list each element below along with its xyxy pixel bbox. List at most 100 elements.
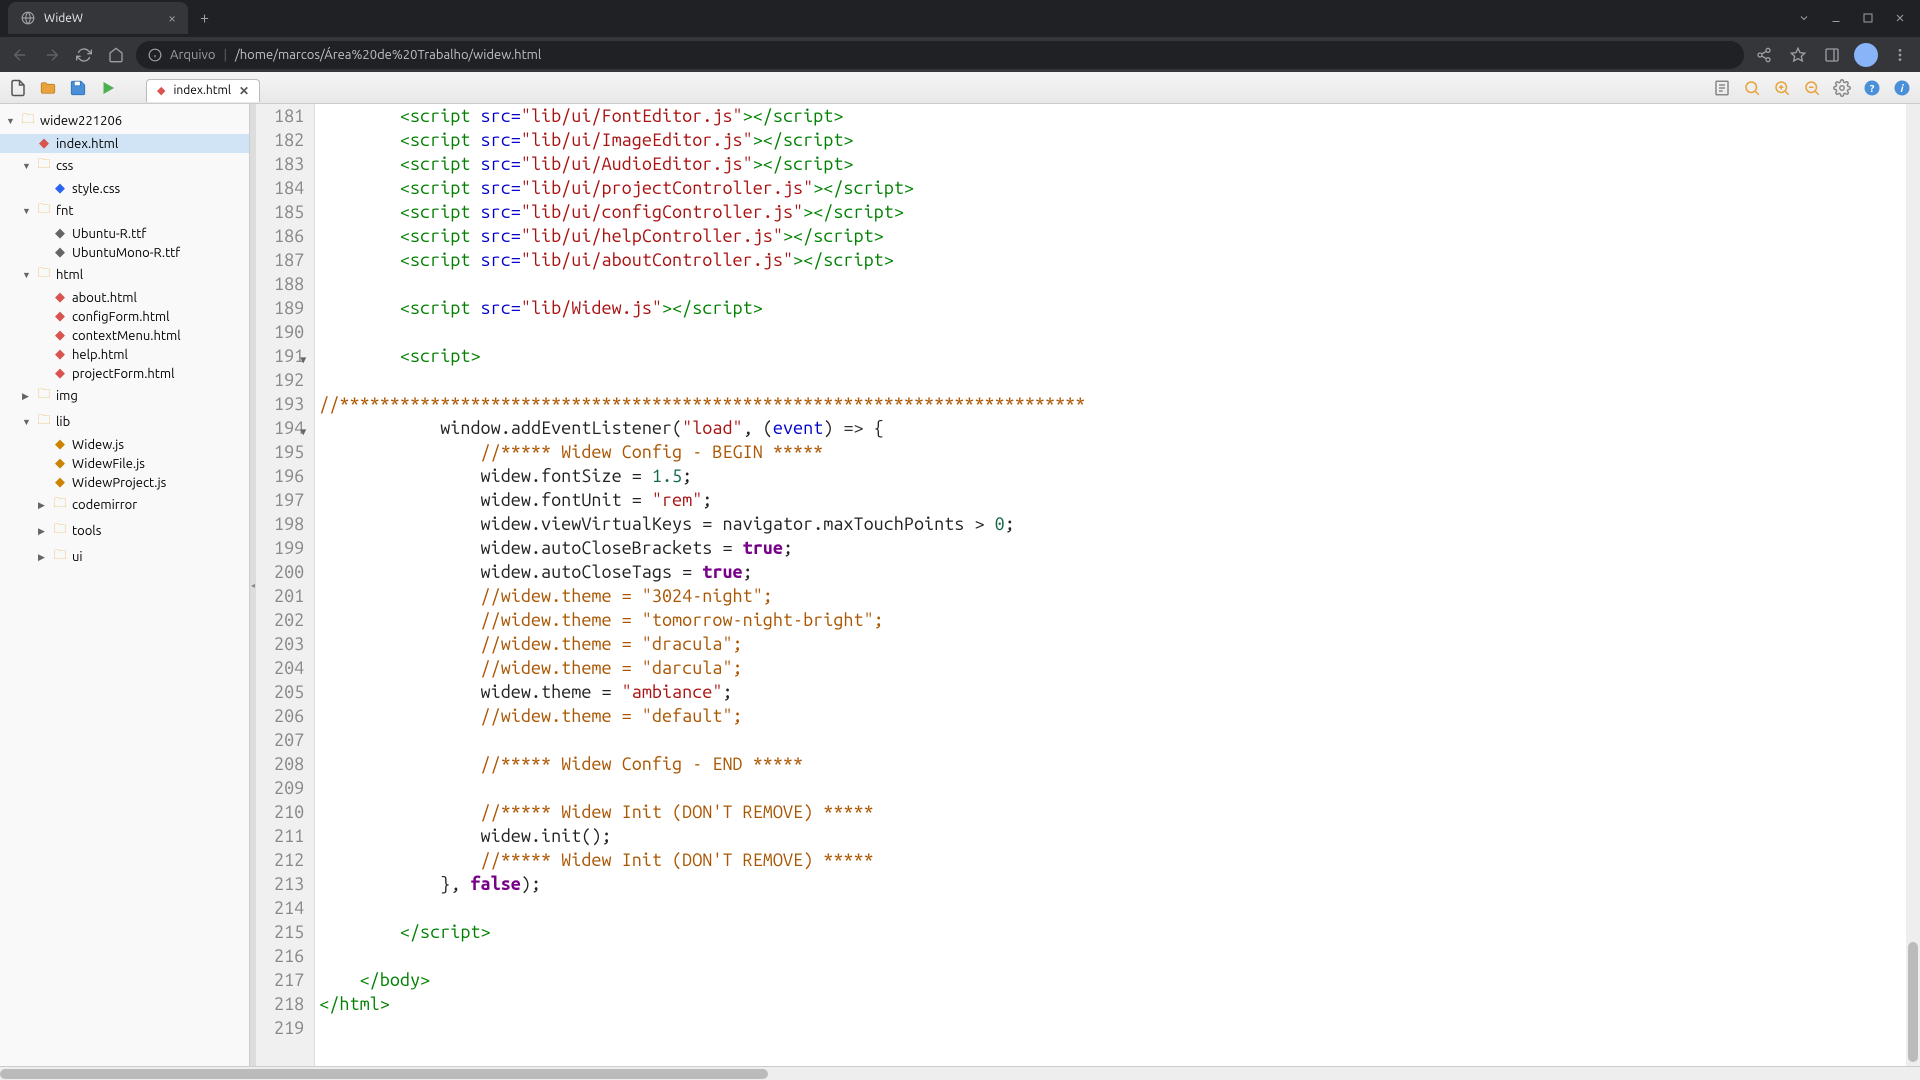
play-icon[interactable] bbox=[96, 76, 120, 100]
code-line[interactable]: <script src="lib/ui/configController.js"… bbox=[319, 200, 1085, 224]
code-line[interactable]: widew.theme = "ambiance"; bbox=[319, 680, 1085, 704]
menu-icon[interactable] bbox=[1888, 43, 1912, 67]
code-line[interactable]: widew.autoCloseBrackets = true; bbox=[319, 536, 1085, 560]
code-line[interactable] bbox=[319, 896, 1085, 920]
tree-folder[interactable]: ▶🗀img bbox=[0, 383, 249, 409]
file-tree[interactable]: ▼🗀widew221206◆index.html▼🗀css◆style.css▼… bbox=[0, 104, 250, 1066]
tree-file[interactable]: ◆about.html bbox=[0, 288, 249, 307]
code-line[interactable]: <script src="lib/ui/FontEditor.js"></scr… bbox=[319, 104, 1085, 128]
code-content[interactable]: <script src="lib/ui/FontEditor.js"></scr… bbox=[315, 104, 1085, 1066]
code-line[interactable]: <script src="lib/ui/projectController.js… bbox=[319, 176, 1085, 200]
code-line[interactable]: //***** Widew Init (DON'T REMOVE) ***** bbox=[319, 848, 1085, 872]
window-close-icon[interactable] bbox=[1888, 8, 1912, 28]
code-line[interactable]: //***** Widew Config - BEGIN ***** bbox=[319, 440, 1085, 464]
back-icon[interactable] bbox=[8, 43, 32, 67]
code-line[interactable]: //widew.theme = "dracula"; bbox=[319, 632, 1085, 656]
code-line[interactable]: <script src="lib/ui/AudioEditor.js"></sc… bbox=[319, 152, 1085, 176]
maximize-icon[interactable] bbox=[1856, 8, 1880, 28]
code-line[interactable]: <script src="lib/ui/aboutController.js">… bbox=[319, 248, 1085, 272]
code-line[interactable] bbox=[319, 320, 1085, 344]
close-icon[interactable]: × bbox=[168, 10, 176, 26]
code-line[interactable]: </html> bbox=[319, 992, 1085, 1016]
star-icon[interactable] bbox=[1786, 43, 1810, 67]
url-input[interactable]: Arquivo | /home/marcos/Área%20de%20Traba… bbox=[136, 41, 1744, 69]
tree-folder[interactable]: ▶🗀tools bbox=[0, 518, 249, 544]
tree-file[interactable]: ◆Ubuntu-R.ttf bbox=[0, 224, 249, 243]
code-line[interactable]: //***** Widew Config - END ***** bbox=[319, 752, 1085, 776]
code-line[interactable]: widew.autoCloseTags = true; bbox=[319, 560, 1085, 584]
open-folder-icon[interactable] bbox=[36, 76, 60, 100]
editor-tabs: ◆ index.html ✕ bbox=[146, 74, 260, 102]
code-line[interactable]: widew.viewVirtualKeys = navigator.maxTou… bbox=[319, 512, 1085, 536]
app-toolbar: ◆ index.html ✕ ? i bbox=[0, 72, 1920, 104]
code-line[interactable]: //widew.theme = "tomorrow-night-bright"; bbox=[319, 608, 1085, 632]
tree-folder[interactable]: ▶🗀codemirror bbox=[0, 492, 249, 518]
sidepanel-icon[interactable] bbox=[1820, 43, 1844, 67]
code-line[interactable]: widew.fontUnit = "rem"; bbox=[319, 488, 1085, 512]
code-line[interactable] bbox=[319, 776, 1085, 800]
editor-tab[interactable]: ◆ index.html ✕ bbox=[146, 79, 260, 102]
minimize-icon[interactable] bbox=[1824, 8, 1848, 28]
url-scheme: Arquivo bbox=[170, 48, 215, 62]
tree-file[interactable]: ◆help.html bbox=[0, 345, 249, 364]
code-line[interactable]: </body> bbox=[319, 968, 1085, 992]
code-line[interactable]: //**************************************… bbox=[319, 392, 1085, 416]
tree-folder[interactable]: ▼🗀css bbox=[0, 153, 249, 179]
code-line[interactable]: //***** Widew Init (DON'T REMOVE) ***** bbox=[319, 800, 1085, 824]
tree-file[interactable]: ◆projectForm.html bbox=[0, 364, 249, 383]
zoom-in-icon[interactable] bbox=[1770, 76, 1794, 100]
vertical-scrollbar[interactable] bbox=[1906, 104, 1920, 1066]
horizontal-scrollbar[interactable] bbox=[0, 1066, 1920, 1080]
html-file-icon: ◆ bbox=[157, 84, 165, 97]
new-doc-icon[interactable] bbox=[1710, 76, 1734, 100]
info-icon[interactable]: i bbox=[1890, 76, 1914, 100]
tree-file[interactable]: ◆contextMenu.html bbox=[0, 326, 249, 345]
gear-icon[interactable] bbox=[1830, 76, 1854, 100]
tree-file[interactable]: ◆WidewFile.js bbox=[0, 454, 249, 473]
tree-folder[interactable]: ▶🗀ui bbox=[0, 544, 249, 570]
code-line[interactable]: <script src="lib/ui/helpController.js"><… bbox=[319, 224, 1085, 248]
new-file-icon[interactable] bbox=[6, 76, 30, 100]
code-line[interactable]: //widew.theme = "darcula"; bbox=[319, 656, 1085, 680]
code-line[interactable]: //widew.theme = "3024-night"; bbox=[319, 584, 1085, 608]
code-line[interactable] bbox=[319, 944, 1085, 968]
code-line[interactable]: window.addEventListener("load", (event) … bbox=[319, 416, 1085, 440]
chevron-down-icon[interactable] bbox=[1792, 8, 1816, 28]
code-line[interactable]: widew.fontSize = 1.5; bbox=[319, 464, 1085, 488]
tree-folder[interactable]: ▼🗀fnt bbox=[0, 198, 249, 224]
code-line[interactable] bbox=[319, 368, 1085, 392]
gutter: 181182183184185186187188189190191▼192193… bbox=[256, 104, 315, 1066]
help-icon[interactable]: ? bbox=[1860, 76, 1884, 100]
code-line[interactable] bbox=[319, 728, 1085, 752]
code-line[interactable] bbox=[319, 272, 1085, 296]
tree-file[interactable]: ◆UbuntuMono-R.ttf bbox=[0, 243, 249, 262]
browser-tab[interactable]: WideW × bbox=[8, 2, 188, 34]
avatar[interactable] bbox=[1854, 43, 1878, 67]
forward-icon[interactable] bbox=[40, 43, 64, 67]
share-icon[interactable] bbox=[1752, 43, 1776, 67]
search-icon[interactable] bbox=[1740, 76, 1764, 100]
close-icon[interactable]: ✕ bbox=[239, 84, 249, 98]
home-icon[interactable] bbox=[104, 43, 128, 67]
tree-file[interactable]: ◆Widew.js bbox=[0, 435, 249, 454]
tree-file[interactable]: ◆configForm.html bbox=[0, 307, 249, 326]
code-line[interactable]: </script> bbox=[319, 920, 1085, 944]
reload-icon[interactable] bbox=[72, 43, 96, 67]
new-tab-button[interactable]: + bbox=[188, 9, 221, 27]
code-editor[interactable]: 181182183184185186187188189190191▼192193… bbox=[256, 104, 1920, 1066]
tree-file[interactable]: ◆index.html bbox=[0, 134, 249, 153]
code-line[interactable]: widew.init(); bbox=[319, 824, 1085, 848]
zoom-out-icon[interactable] bbox=[1800, 76, 1824, 100]
code-line[interactable] bbox=[319, 1016, 1085, 1040]
code-line[interactable]: <script src="lib/Widew.js"></script> bbox=[319, 296, 1085, 320]
code-line[interactable]: //widew.theme = "default"; bbox=[319, 704, 1085, 728]
tree-folder[interactable]: ▼🗀lib bbox=[0, 409, 249, 435]
code-line[interactable]: <script> bbox=[319, 344, 1085, 368]
code-line[interactable]: }, false); bbox=[319, 872, 1085, 896]
save-icon[interactable] bbox=[66, 76, 90, 100]
tree-folder[interactable]: ▼🗀widew221206 bbox=[0, 108, 249, 134]
tree-file[interactable]: ◆WidewProject.js bbox=[0, 473, 249, 492]
tree-folder[interactable]: ▼🗀html bbox=[0, 262, 249, 288]
code-line[interactable]: <script src="lib/ui/ImageEditor.js"></sc… bbox=[319, 128, 1085, 152]
tree-file[interactable]: ◆style.css bbox=[0, 179, 249, 198]
